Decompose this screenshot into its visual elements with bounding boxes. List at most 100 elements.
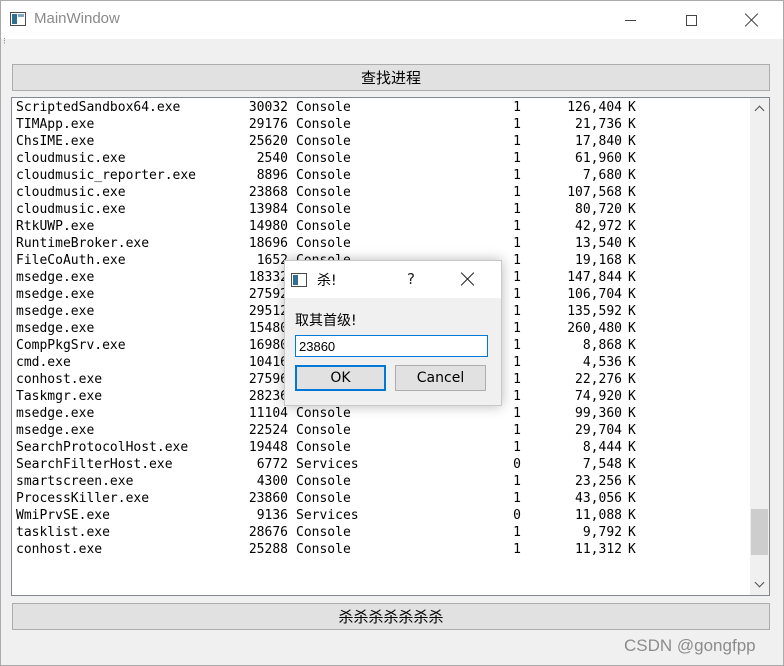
process-name: SearchFilterHost.exe: [16, 457, 173, 472]
memory-usage: 8,868: [582, 338, 622, 353]
memory-usage: 135,592: [567, 304, 622, 319]
session-number: 1: [513, 253, 521, 268]
list-item[interactable]: WmiPrvSE.exe 9136 Services 0 11,088 K: [16, 507, 751, 524]
list-item[interactable]: TIMApp.exe 29176 Console 1 21,736 K: [16, 116, 751, 133]
memory-unit: K: [628, 406, 636, 421]
memory-unit: K: [628, 372, 636, 387]
session-name: Console: [296, 100, 351, 115]
memory-unit: K: [628, 151, 636, 166]
process-name: cloudmusic.exe: [16, 185, 126, 200]
session-name: Console: [296, 185, 351, 200]
session-number: 0: [513, 457, 521, 472]
session-number: 1: [513, 321, 521, 336]
list-item[interactable]: msedge.exe 22524 Console 1 29,704 K: [16, 422, 751, 439]
find-process-button[interactable]: 查找进程: [12, 64, 770, 91]
memory-unit: K: [628, 219, 636, 234]
memory-unit: K: [628, 304, 636, 319]
process-pid: 1652: [256, 253, 288, 268]
session-name: Console: [296, 406, 351, 421]
session-number: 1: [513, 304, 521, 319]
process-name: ScriptedSandbox64.exe: [16, 100, 181, 115]
memory-unit: K: [628, 100, 636, 115]
session-number: 1: [513, 202, 521, 217]
memory-usage: 11,312: [575, 542, 622, 557]
dialog-title: 杀!: [317, 273, 337, 289]
scroll-up-button[interactable]: [750, 100, 769, 117]
process-name: conhost.exe: [16, 372, 103, 387]
list-item[interactable]: SearchFilterHost.exe 6772 Services 0 7,548 K: [16, 456, 751, 473]
kill-dialog: 杀! ? 取其首级! OK Cancel: [284, 260, 502, 406]
process-name: TIMApp.exe: [16, 117, 95, 132]
session-number: 1: [513, 423, 521, 438]
memory-unit: K: [628, 270, 636, 285]
session-number: 1: [513, 338, 521, 353]
window-title: MainWindow: [34, 10, 120, 27]
list-item[interactable]: ChsIME.exe 25620 Console 1 17,840 K: [16, 133, 751, 150]
scrollbar-thumb[interactable]: [751, 509, 768, 556]
process-name: cloudmusic.exe: [16, 151, 126, 166]
process-pid: 4300: [256, 474, 288, 489]
list-item[interactable]: ProcessKiller.exe 23860 Console 1 43,056 K: [16, 490, 751, 507]
cancel-button[interactable]: Cancel: [395, 365, 486, 391]
process-pid: 6772: [256, 457, 288, 472]
app-window-icon: [10, 12, 26, 26]
list-item[interactable]: SearchProtocolHost.exe 19448 Console 1 8,444…: [16, 439, 751, 456]
list-item[interactable]: cloudmusic.exe 23868 Console 1 107,568 K: [16, 184, 751, 201]
kill-process-button[interactable]: 杀杀杀杀杀杀杀: [12, 603, 770, 630]
list-item[interactable]: cloudmusic.exe 2540 Console 1 61,960 K: [16, 150, 751, 167]
session-number: 1: [513, 491, 521, 506]
close-button[interactable]: [729, 1, 775, 39]
list-item[interactable]: msedge.exe 11104 Console 1 99,360 K: [16, 405, 751, 422]
memory-unit: K: [628, 423, 636, 438]
list-item[interactable]: cloudmusic.exe 13984 Console 1 80,720 K: [16, 201, 751, 218]
process-pid: 16980: [248, 338, 288, 353]
dialog-close-icon[interactable]: [461, 272, 475, 286]
session-number: 1: [513, 185, 521, 200]
list-item[interactable]: ScriptedSandbox64.exe 30032 Console 1 126,40…: [16, 99, 751, 116]
vertical-scrollbar[interactable]: [750, 98, 769, 595]
minimize-icon: [624, 19, 636, 21]
memory-usage: 106,704: [567, 287, 622, 302]
title-bar[interactable]: MainWindow: [1, 1, 783, 39]
list-item[interactable]: cloudmusic_reporter.exe 8896 Console 1 7,680…: [16, 167, 751, 184]
memory-usage: 126,404: [567, 100, 622, 115]
dialog-prompt: 取其首级!: [295, 313, 357, 329]
list-item[interactable]: RtkUWP.exe 14980 Console 1 42,972 K: [16, 218, 751, 235]
list-item[interactable]: conhost.exe 25288 Console 1 11,312 K: [16, 541, 751, 558]
ok-button[interactable]: OK: [295, 365, 386, 391]
session-number: 1: [513, 355, 521, 370]
session-number: 1: [513, 100, 521, 115]
watermark: CSDN @gongfpp: [624, 636, 756, 655]
process-name: msedge.exe: [16, 406, 95, 421]
scroll-down-button[interactable]: [750, 576, 769, 593]
toolbar-grip[interactable]: ⁝: [3, 38, 6, 47]
memory-usage: 74,920: [575, 389, 622, 404]
dialog-title-bar[interactable]: 杀! ?: [285, 261, 501, 298]
memory-usage: 17,840: [575, 134, 622, 149]
session-number: 1: [513, 389, 521, 404]
session-name: Console: [296, 440, 351, 455]
session-name: Console: [296, 202, 351, 217]
memory-unit: K: [628, 389, 636, 404]
session-name: Console: [296, 236, 351, 251]
memory-unit: K: [628, 542, 636, 557]
maximize-button[interactable]: [668, 1, 714, 39]
help-button[interactable]: ?: [407, 270, 415, 288]
session-name: Console: [296, 423, 351, 438]
process-pid: 29176: [248, 117, 288, 132]
memory-unit: K: [628, 168, 636, 183]
process-pid: 23868: [248, 185, 288, 200]
memory-unit: K: [628, 321, 636, 336]
list-item[interactable]: tasklist.exe 28676 Console 1 9,792 K: [16, 524, 751, 541]
pid-input[interactable]: [295, 335, 488, 357]
memory-usage: 147,844: [567, 270, 622, 285]
session-name: Console: [296, 525, 351, 540]
list-item[interactable]: smartscreen.exe 4300 Console 1 23,256 K: [16, 473, 751, 490]
process-name: SearchProtocolHost.exe: [16, 440, 189, 455]
process-name: FileCoAuth.exe: [16, 253, 126, 268]
memory-unit: K: [628, 236, 636, 251]
session-number: 1: [513, 372, 521, 387]
minimize-button[interactable]: [607, 1, 653, 39]
list-item[interactable]: RuntimeBroker.exe 18696 Console 1 13,540 K: [16, 235, 751, 252]
process-name: ProcessKiller.exe: [16, 491, 150, 506]
